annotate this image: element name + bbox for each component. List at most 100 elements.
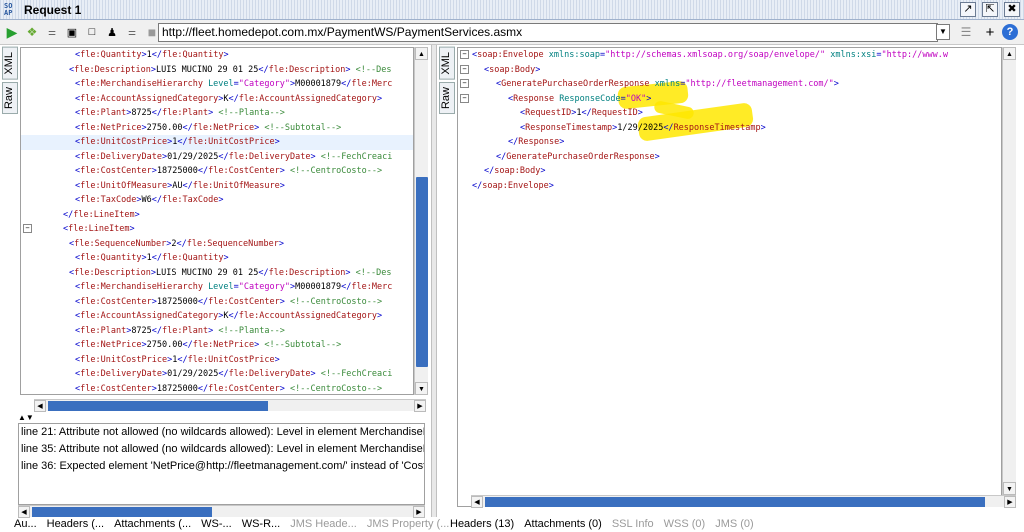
code-line[interactable]: − <soap:Body>	[458, 63, 1001, 78]
code-line[interactable]: <fle:Plant>8725</fle:Plant> <!--Planta--…	[21, 106, 413, 121]
code-token: <!--Planta-->	[218, 325, 285, 336]
code-line[interactable]: <fle:UnitCostPrice>1</fle:UnitCostPrice>	[21, 135, 413, 150]
bottom-tab[interactable]: Headers (...	[47, 517, 104, 532]
code-line[interactable]: <fle:UnitOfMeasure>AU</fle:UnitOfMeasure…	[21, 179, 413, 194]
response-xml-editor[interactable]: − <soap:Envelope xmlns:soap="http://schem…	[457, 47, 1002, 507]
bottom-tab[interactable]: Attachments (0)	[524, 517, 602, 532]
splitter-arrows-icon[interactable]: ▲▼	[18, 413, 34, 422]
code-token: >	[345, 267, 356, 278]
code-line[interactable]: </soap:Envelope>	[458, 179, 1001, 194]
bottom-tab[interactable]: WS-R...	[242, 517, 281, 532]
request-vertical-scrollbar[interactable]: ▲ ▼	[414, 47, 428, 395]
close-icon[interactable]: ✖	[1004, 2, 1020, 17]
format-icon[interactable]: ▣	[64, 24, 80, 40]
endpoint-url-input[interactable]: http://fleet.homedepot.com.mx/PaymentWS/…	[158, 23, 938, 42]
code-line[interactable]: <fle:CostCenter>18725000</fle:CostCenter…	[21, 295, 413, 310]
collapse-icon[interactable]: −	[23, 224, 32, 233]
bottom-tab[interactable]: Headers (13)	[450, 517, 514, 532]
code-line[interactable]: </fle:LineItem>	[21, 208, 413, 223]
code-line[interactable]: <fle:DeliveryDate>01/29/2025</fle:Delive…	[21, 150, 413, 165]
collapse-icon[interactable]: −	[460, 64, 469, 74]
maximize-icon[interactable]: ⇱	[982, 2, 998, 17]
code-line[interactable]: <fle:MerchandiseHierarchy Level="Categor…	[21, 280, 413, 295]
scroll-up-icon[interactable]: ▲	[415, 47, 428, 60]
code-token: M00001879	[295, 79, 342, 89]
bottom-tab[interactable]: WS-...	[201, 517, 232, 532]
log-line: line 21: Attribute not allowed (no wildc…	[21, 426, 425, 438]
bottom-tab[interactable]: JMS Heade...	[290, 517, 357, 532]
collapse-icon[interactable]: −	[460, 79, 469, 88]
create-tests-icon[interactable]: ⚌	[44, 24, 60, 40]
scroll-left-icon[interactable]: ◀	[34, 400, 46, 412]
code-line[interactable]: − <GeneratePurchaseOrderResponse xmlns="h…	[458, 77, 1001, 92]
scroll-left-icon[interactable]: ◀	[471, 496, 483, 508]
code-line[interactable]: <fle:SequenceNumber>2</fle:SequenceNumbe…	[21, 237, 413, 252]
request-horizontal-scrollbar[interactable]: ◀ ▶	[34, 399, 426, 412]
tab-request-xml[interactable]: XML	[2, 47, 18, 80]
scroll-thumb[interactable]	[485, 497, 985, 507]
detach-icon[interactable]: ↗	[960, 2, 976, 17]
tab-response-raw[interactable]: Raw	[439, 81, 455, 114]
code-line[interactable]: </soap:Body>	[458, 164, 1001, 179]
code-line[interactable]: <fle:Quantity>1</fle:Quantity>	[21, 251, 413, 266]
settings-icon[interactable]: ☰	[958, 24, 974, 40]
code-line[interactable]: </Response>	[458, 135, 1001, 150]
code-line[interactable]: <fle:TaxCode>W6</fle:TaxCode>	[21, 193, 413, 208]
collapse-icon[interactable]: −	[460, 93, 469, 103]
user-icon[interactable]: ♟	[104, 24, 120, 40]
scroll-up-icon[interactable]: ▲	[1003, 47, 1016, 60]
endpoint-icon[interactable]: ⚌	[124, 24, 140, 40]
code-line[interactable]: <fle:Description>LUIS MUCINO 29 01 25</f…	[21, 266, 413, 281]
scroll-right-icon[interactable]: ▶	[1004, 496, 1016, 508]
code-line[interactable]: <fle:Quantity>1</fle:Quantity>	[21, 48, 413, 63]
code-token: soap:Body	[489, 64, 536, 75]
endpoint-dropdown-icon[interactable]: ▼	[936, 24, 950, 40]
run-icon[interactable]: ▶	[4, 24, 20, 40]
log-horizontal-scrollbar[interactable]: ◀ ▶	[18, 505, 425, 518]
response-vertical-scrollbar[interactable]: ▲ ▼	[1002, 47, 1016, 495]
code-line[interactable]: <fle:Plant>8725</fle:Plant> <!--Planta--…	[21, 324, 413, 339]
collapse-icon[interactable]: −	[460, 50, 469, 59]
code-line[interactable]: <fle:DeliveryDate>01/29/2025</fle:Delive…	[21, 367, 413, 382]
code-line[interactable]: <fle:NetPrice>2750.00</fle:NetPrice> <!-…	[21, 121, 413, 136]
code-line[interactable]: <fle:CostCenter>18725000</fle:CostCenter…	[21, 164, 413, 179]
code-token: 18725000	[156, 166, 198, 176]
bottom-tab[interactable]: Au...	[14, 517, 37, 532]
code-line[interactable]: <fle:AccountAssignedCategory>K</fle:Acco…	[21, 309, 413, 324]
tab-request-raw[interactable]: Raw	[2, 81, 18, 114]
code-line[interactable]: − <Response ResponseCode="OK">	[458, 92, 1001, 107]
code-token: >	[134, 209, 140, 220]
scroll-thumb[interactable]	[32, 507, 212, 517]
code-line[interactable]: − <fle:LineItem>	[21, 222, 413, 237]
code-line[interactable]: <fle:UnitCostPrice>1</fle:UnitCostPrice>	[21, 353, 413, 368]
code-line[interactable]: <fle:AccountAssignedCategory>K</fle:Acco…	[21, 92, 413, 107]
scroll-down-icon[interactable]: ▼	[415, 382, 428, 395]
add-assertion-icon[interactable]: ❖	[24, 24, 40, 40]
bottom-tab[interactable]: Attachments (...	[114, 517, 191, 532]
scroll-thumb[interactable]	[416, 177, 428, 367]
scroll-thumb[interactable]	[48, 401, 268, 411]
tab-response-xml[interactable]: XML	[439, 47, 455, 80]
scroll-down-icon[interactable]: ▼	[1003, 482, 1016, 495]
bottom-tab[interactable]: WSS (0)	[664, 517, 706, 532]
response-horizontal-scrollbar[interactable]: ◀ ▶	[471, 495, 1016, 508]
code-token: fle:Description	[268, 64, 346, 75]
clone-icon[interactable]: □	[84, 24, 100, 40]
code-line[interactable]: </GeneratePurchaseOrderResponse>	[458, 150, 1001, 165]
code-line[interactable]: <fle:NetPrice>2750.00</fle:NetPrice> <!-…	[21, 338, 413, 353]
add-endpoint-button[interactable]: +	[982, 24, 998, 41]
code-token: >	[310, 151, 321, 162]
scroll-right-icon[interactable]: ▶	[414, 400, 426, 412]
code-line[interactable]: − <soap:Envelope xmlns:soap="http://schem…	[458, 48, 1001, 63]
code-line[interactable]: <fle:MerchandiseHierarchy Level="Categor…	[21, 77, 413, 92]
code-line[interactable]: <ResponseTimestamp>1/29/2025</ResponseTi…	[458, 121, 1001, 136]
help-icon[interactable]: ?	[1002, 24, 1018, 40]
bottom-tab[interactable]: SSL Info	[612, 517, 654, 532]
bottom-tab[interactable]: JMS Property (...	[367, 517, 450, 532]
code-line[interactable]: <RequestID>1</RequestID>	[458, 106, 1001, 121]
code-token: fle:Plant	[162, 108, 209, 118]
bottom-tab[interactable]: JMS (0)	[715, 517, 754, 532]
request-xml-editor[interactable]: <fle:Quantity>1</fle:Quantity> <fle:Descr…	[20, 47, 414, 395]
code-line[interactable]: <fle:CostCenter>18725000</fle:CostCenter…	[21, 382, 413, 395]
code-line[interactable]: <fle:Description>LUIS MUCINO 29 01 25</f…	[21, 63, 413, 78]
